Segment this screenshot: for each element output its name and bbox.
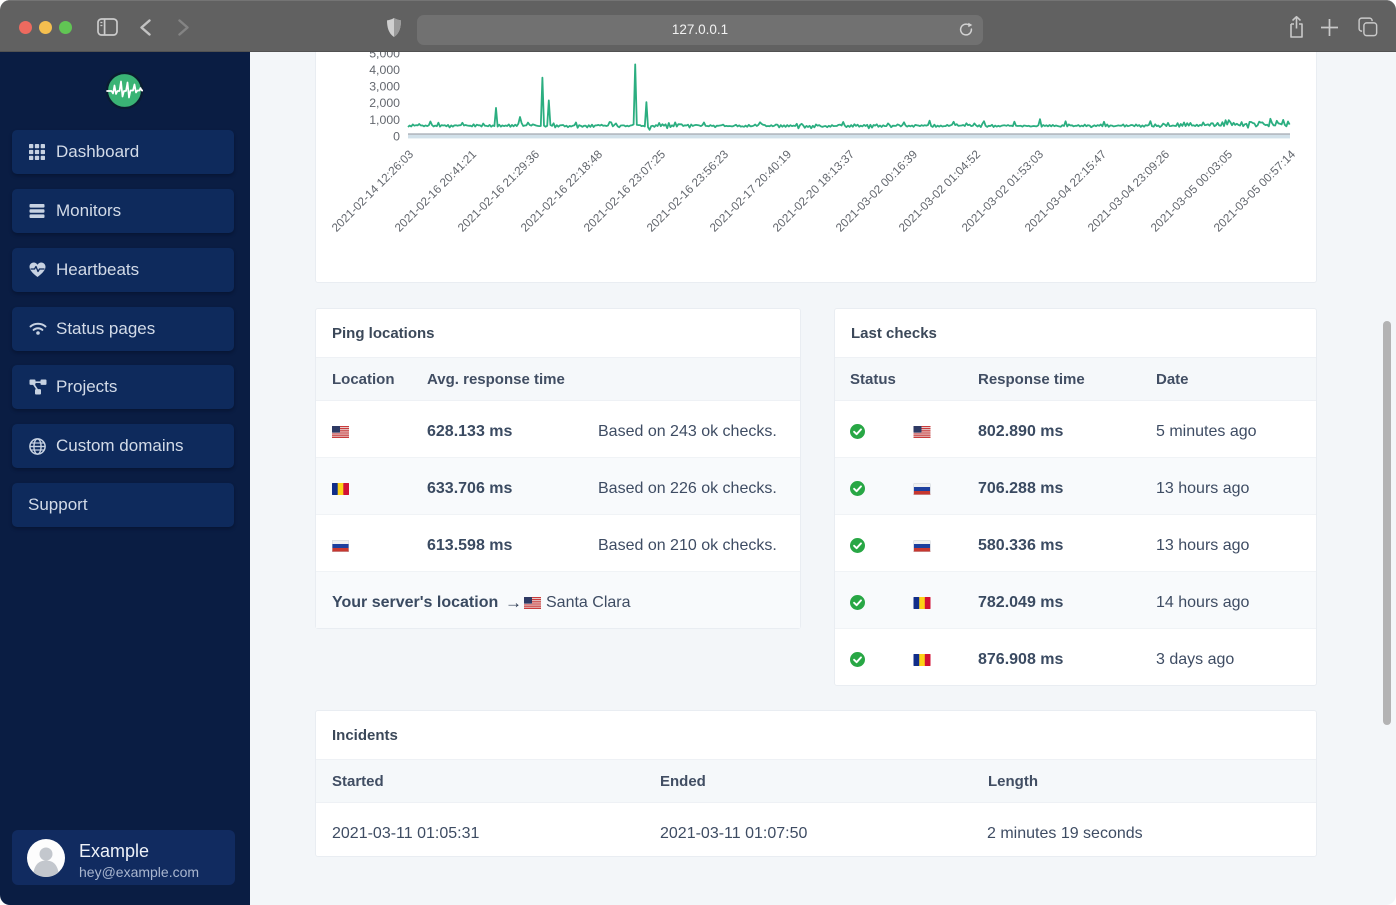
svg-text:0: 0 [393,129,400,143]
svg-text:4,000: 4,000 [369,63,400,77]
svg-text:3,000: 3,000 [369,80,400,94]
svg-text:1,000: 1,000 [369,113,400,127]
svg-text:2,000: 2,000 [369,96,400,110]
